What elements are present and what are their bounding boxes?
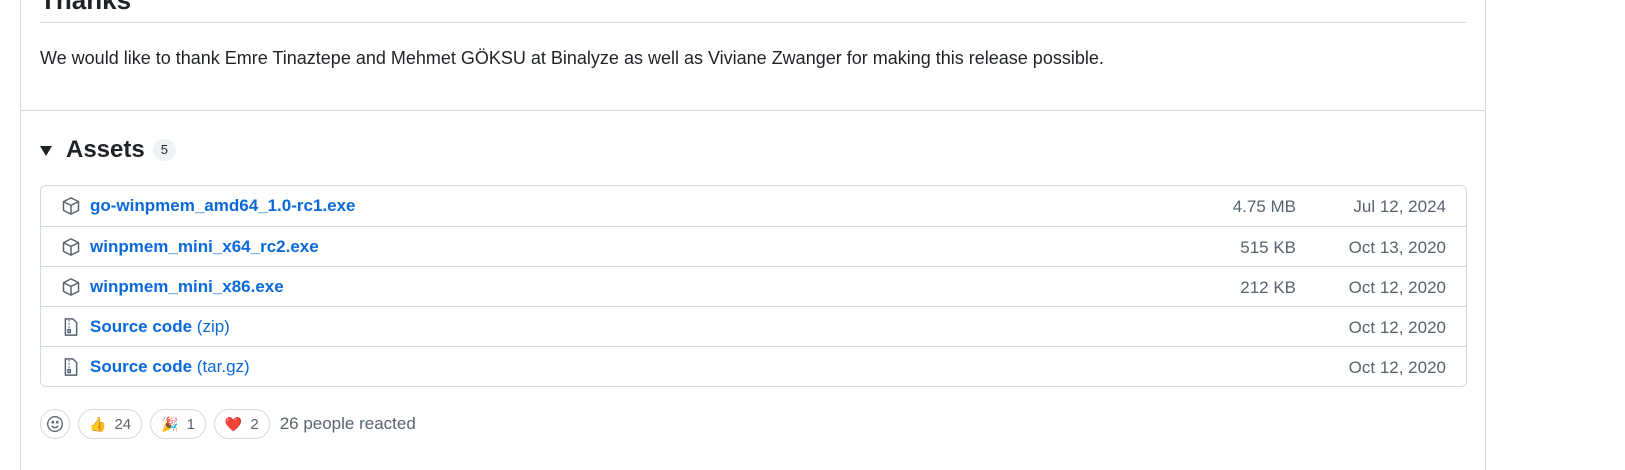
assets-list: go-winpmem_amd64_1.0-rc1.exe 4.75 MB Jul… [40,185,1467,387]
section-divider [21,110,1485,111]
add-reaction-button[interactable] [40,409,70,439]
asset-date: Oct 13, 2020 [1348,238,1446,257]
file-zip-icon [61,357,81,377]
reaction-summary: 26 people reacted [279,414,416,433]
reaction-party[interactable]: 🎉 1 [150,409,206,439]
reaction-count: 2 [250,415,259,433]
assets-toggle[interactable]: Assets 5 [40,134,176,166]
asset-date: Jul 12, 2024 [1353,197,1446,216]
thanks-text: We would like to thank Emre Tinaztepe an… [40,48,1104,68]
assets-count-badge: 5 [152,139,176,161]
file-zip-icon [61,317,81,337]
asset-date: Oct 12, 2020 [1348,318,1446,337]
party-popper-icon: 🎉 [161,415,179,432]
asset-row: Source code (tar.gz) Oct 12, 2020 [41,346,1466,386]
package-icon [61,196,81,216]
reaction-heart[interactable]: ❤️ 2 [213,409,270,439]
asset-link[interactable]: winpmem_mini_x86.exe [90,276,284,298]
asset-row: winpmem_mini_x64_rc2.exe 515 KB Oct 13, … [41,226,1466,266]
asset-size: 4.75 MB [1232,197,1296,216]
package-icon [61,237,81,257]
reactions-bar: 👍 24 🎉 1 ❤️ 2 26 people reacted [40,408,416,440]
asset-size: 212 KB [1240,278,1296,297]
asset-row: Source code (zip) Oct 12, 2020 [41,306,1466,346]
heart-icon: ❤️ [224,415,243,432]
asset-link[interactable]: winpmem_mini_x64_rc2.exe [90,236,319,258]
asset-date: Oct 12, 2020 [1348,278,1446,297]
package-icon [61,277,81,297]
thanks-heading: Thanks [40,0,132,15]
heading-rule [40,22,1466,23]
asset-link[interactable]: Source code (zip) [90,316,230,338]
asset-size: 515 KB [1240,238,1296,257]
reaction-count: 1 [186,415,195,433]
reaction-thumbs-up[interactable]: 👍 24 [78,409,143,439]
asset-row: go-winpmem_amd64_1.0-rc1.exe 4.75 MB Jul… [41,186,1466,226]
reaction-count: 24 [114,415,132,433]
triangle-down-icon [40,146,52,156]
asset-date: Oct 12, 2020 [1348,358,1446,377]
asset-link[interactable]: go-winpmem_amd64_1.0-rc1.exe [90,195,356,217]
asset-link[interactable]: Source code (tar.gz) [90,356,250,378]
thumbs-up-icon: 👍 [89,415,107,432]
asset-row: winpmem_mini_x86.exe 212 KB Oct 12, 2020 [41,266,1466,306]
assets-title: Assets [66,136,145,163]
smiley-icon [47,416,63,432]
